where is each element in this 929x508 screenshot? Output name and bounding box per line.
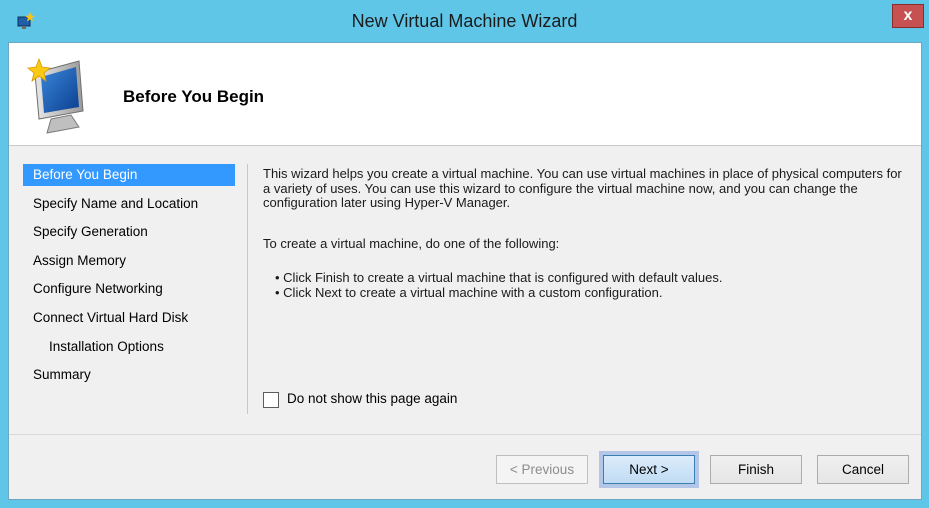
nav-step-summary[interactable]: Summary	[23, 364, 235, 386]
wizard-header: Before You Begin	[9, 43, 921, 146]
nav-step-assign-memory[interactable]: Assign Memory	[23, 250, 235, 272]
wizard-steps-nav: Before You Begin Specify Name and Locati…	[23, 164, 248, 414]
dont-show-again-label[interactable]: Do not show this page again	[287, 391, 457, 406]
bullet-finish: • Click Finish to create a virtual machi…	[275, 270, 723, 285]
next-button[interactable]: Next >	[603, 455, 695, 484]
footer-divider	[9, 434, 921, 435]
nav-step-connect-vhd[interactable]: Connect Virtual Hard Disk	[23, 307, 235, 329]
title-bar[interactable]: New Virtual Machine Wizard x	[0, 0, 929, 42]
intro-text: This wizard helps you create a virtual m…	[263, 166, 902, 210]
previous-button[interactable]: < Previous	[496, 455, 588, 484]
bullet-next: • Click Next to create a virtual machine…	[275, 285, 663, 300]
new-vm-monitor-icon	[27, 57, 84, 134]
cancel-button[interactable]: Cancel	[817, 455, 909, 484]
nav-step-installation-options[interactable]: Installation Options	[23, 336, 235, 358]
nav-step-specify-name-location[interactable]: Specify Name and Location	[23, 193, 235, 215]
nav-step-specify-generation[interactable]: Specify Generation	[23, 221, 235, 243]
nav-step-configure-networking[interactable]: Configure Networking	[23, 278, 235, 300]
nav-step-before-you-begin[interactable]: Before You Begin	[23, 164, 235, 186]
dont-show-again-checkbox[interactable]	[263, 392, 279, 408]
page-title: Before You Begin	[123, 87, 265, 106]
wizard-body: Before You Begin Before You Begin Specif…	[8, 42, 922, 500]
close-button[interactable]: x	[892, 4, 924, 28]
window-title: New Virtual Machine Wizard	[351, 11, 578, 31]
finish-button[interactable]: Finish	[710, 455, 802, 484]
close-icon: x	[903, 7, 913, 24]
wizard-window: New Virtual Machine Wizard x Before You …	[0, 0, 929, 508]
instruction-text: To create a virtual machine, do one of t…	[263, 236, 560, 251]
